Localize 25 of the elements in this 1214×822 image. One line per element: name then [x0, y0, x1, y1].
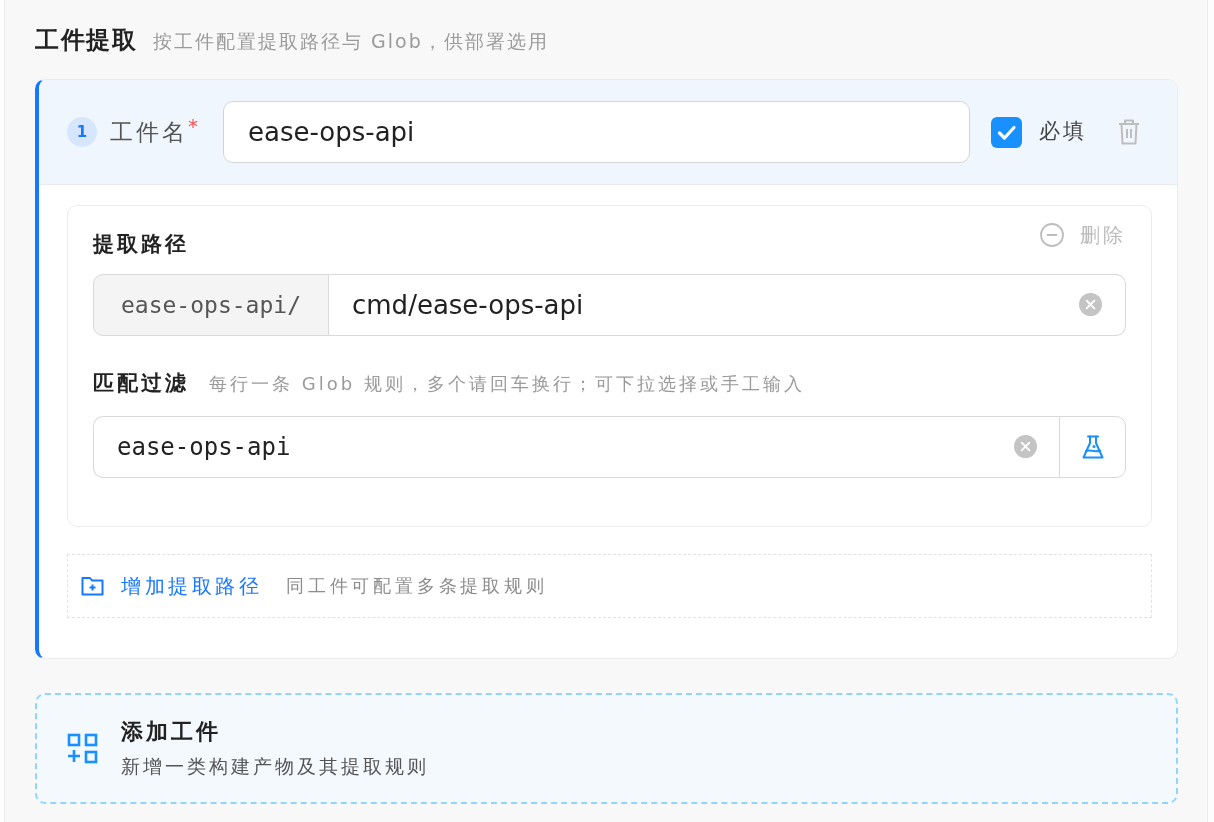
clear-icon[interactable]: [1014, 434, 1037, 458]
field-hint: 每行一条 Glob 规则，多个请回车换行；可下拉选择或手工输入: [209, 372, 805, 396]
add-artifact-button[interactable]: 添加工件 新增一类构建产物及其提取规则: [35, 692, 1178, 804]
field-title: 匹配过滤: [93, 370, 189, 397]
add-path-hint: 同工件可配置多条提取规则: [286, 574, 548, 598]
section-subtitle: 按工件配置提取路径与 Glob，供部署选用: [153, 29, 549, 54]
path-input[interactable]: cmd/ease-ops-api: [329, 274, 1126, 336]
trash-icon[interactable]: [1118, 119, 1140, 145]
add-path-link[interactable]: 增加提取路径: [81, 570, 262, 601]
path-prefix: ease-ops-api/: [93, 274, 329, 336]
folder-plus-icon: [81, 575, 104, 596]
required-asterisk: *: [188, 114, 198, 137]
clear-icon[interactable]: [1079, 293, 1102, 316]
checkbox-label: 必填: [1039, 118, 1086, 146]
section-title: 工件提取: [35, 25, 137, 56]
minus-circle-icon: [1040, 223, 1064, 247]
index-badge: 1: [67, 117, 97, 147]
field-label: 工件名: [110, 117, 188, 147]
checkbox[interactable]: [991, 116, 1022, 148]
grid-plus-icon: [67, 732, 98, 764]
flask-icon: [1081, 434, 1104, 459]
name-input[interactable]: ease-ops-api: [223, 101, 970, 163]
filter-input[interactable]: ease-ops-api: [93, 415, 1059, 478]
test-button[interactable]: [1059, 415, 1126, 478]
field-title: 提取路径: [93, 231, 189, 259]
